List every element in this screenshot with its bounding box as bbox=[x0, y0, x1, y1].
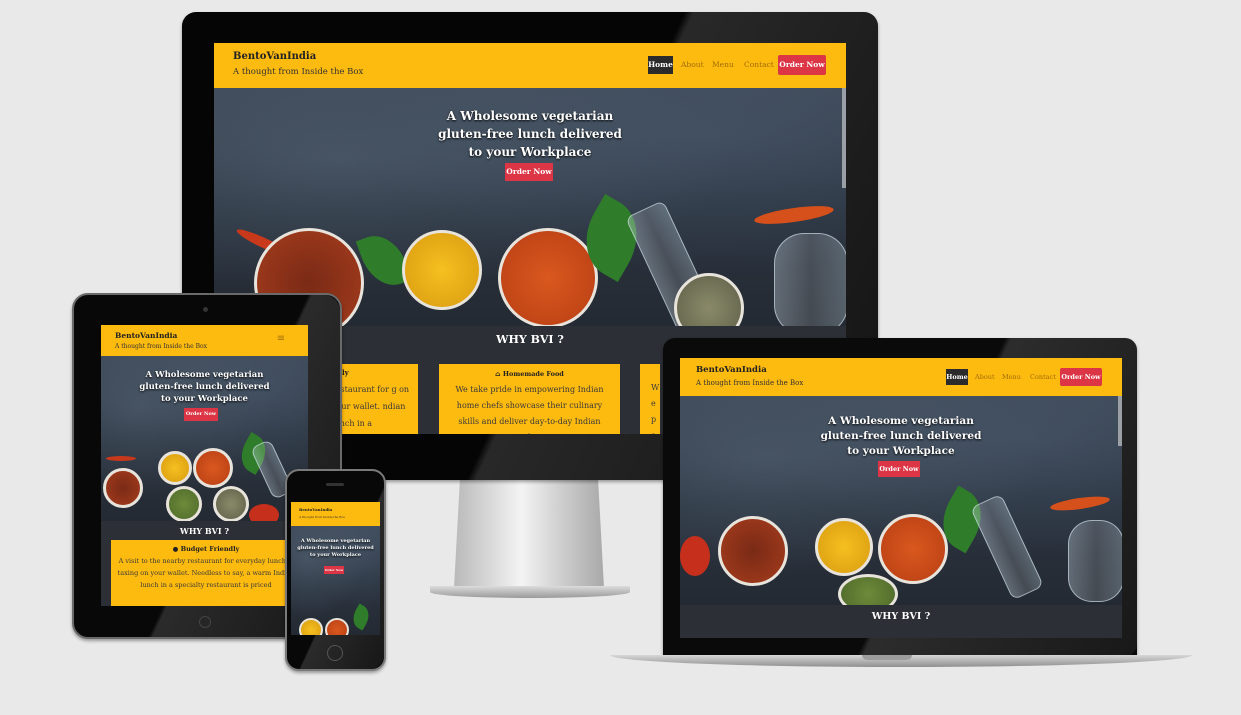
feature-card-homemade: ⌂ Homemade Food We take pride in empower… bbox=[439, 364, 620, 434]
hero-order-now-button[interactable]: Order Now bbox=[184, 408, 218, 421]
monitor-stand-neck bbox=[454, 478, 604, 588]
chili-decoration bbox=[753, 202, 835, 228]
navbar: BentoVanIndia A thought from Inside the … bbox=[214, 43, 846, 88]
hero-banner: A Wholesome vegetarian gluten-free lunch… bbox=[680, 396, 1122, 605]
navbar: BentoVanIndia A thought from Inside the … bbox=[680, 358, 1122, 396]
hero-banner: A Wholesome vegetarian gluten-free lunch… bbox=[214, 88, 846, 326]
spice-bowl-turmeric bbox=[815, 518, 873, 576]
phone-speaker bbox=[326, 483, 344, 486]
spice-bowl-seeds bbox=[213, 486, 249, 521]
chili-decoration bbox=[1049, 493, 1111, 514]
hero-heading-line-1: A Wholesome vegetarian bbox=[446, 109, 614, 123]
phone-home-button[interactable] bbox=[327, 645, 343, 661]
hero-heading-line-1: A Wholesome vegetarian bbox=[828, 415, 974, 427]
chili-decoration bbox=[106, 456, 136, 461]
spice-bowl-chilies bbox=[718, 516, 788, 586]
nav-about-link[interactable]: About bbox=[681, 60, 704, 69]
tablet-screen: BentoVanIndia A thought from Inside the … bbox=[101, 325, 308, 606]
hero-order-now-button[interactable]: Order Now bbox=[324, 566, 344, 574]
hero-heading-line-2: gluten-free lunch delivered bbox=[139, 382, 270, 392]
spice-bowl-paprika bbox=[878, 514, 948, 584]
hero-heading-line-1: A Wholesome vegetarian bbox=[145, 370, 264, 380]
why-bvi-heading: WHY BVI ? bbox=[179, 526, 230, 536]
spice-bowl-herbs bbox=[166, 486, 202, 521]
hero-heading-line-2: gluten-free lunch delivered bbox=[297, 545, 374, 551]
laptop-scrollbar[interactable] bbox=[1118, 396, 1122, 446]
nav-order-now-button[interactable]: Order Now bbox=[778, 55, 826, 75]
leaf-decoration bbox=[348, 603, 374, 631]
spice-bowl-paprika bbox=[325, 618, 349, 635]
navbar: BentoVanIndia A thought from Inside the … bbox=[291, 502, 380, 526]
brand-logo[interactable]: BentoVanIndia bbox=[696, 365, 767, 375]
hero-banner: A Wholesome vegetarian gluten-free lunch… bbox=[291, 526, 380, 635]
spice-bowl-turmeric bbox=[402, 230, 482, 310]
feature-card-text: A visit to the nearby restaurant for eve… bbox=[117, 557, 295, 589]
feature-card-third: We p col bbox=[640, 364, 660, 434]
nav-order-now-button[interactable]: Order Now bbox=[1060, 368, 1102, 386]
feature-card-title: ● Budget Friendly bbox=[172, 545, 240, 553]
glass-jar bbox=[1068, 520, 1122, 602]
tablet-home-button[interactable] bbox=[199, 616, 211, 628]
feature-card-title: ⌂ Homemade Food bbox=[495, 370, 564, 378]
feature-card-text: We p col bbox=[651, 383, 660, 434]
glass-jar bbox=[774, 233, 846, 326]
brand-logo[interactable]: BentoVanIndia bbox=[233, 51, 316, 62]
nav-about-link[interactable]: About bbox=[975, 373, 995, 381]
nav-menu-link[interactable]: Menu bbox=[712, 60, 734, 69]
tagline: A thought from Inside the Box bbox=[299, 515, 345, 519]
tomato-decoration bbox=[249, 504, 279, 521]
spice-bowl-turmeric bbox=[158, 451, 192, 485]
tagline: A thought from Inside the Box bbox=[233, 67, 364, 77]
brand-logo[interactable]: BentoVanIndia bbox=[299, 507, 332, 512]
feature-card-text: We take pride in empowering Indian home … bbox=[455, 385, 604, 434]
tagline: A thought from Inside the Box bbox=[696, 379, 804, 387]
spice-bowl-paprika bbox=[193, 448, 233, 488]
hero-heading-line-2: gluten-free lunch delivered bbox=[438, 127, 622, 141]
feature-card-title: ndly bbox=[332, 364, 418, 381]
why-bvi-heading: WHY BVI ? bbox=[871, 611, 931, 622]
brand-logo[interactable]: BentoVanIndia bbox=[115, 331, 177, 340]
laptop-screen: BentoVanIndia A thought from Inside the … bbox=[680, 358, 1122, 638]
spice-bowl-chilies bbox=[103, 468, 143, 508]
hero-heading-line-3: to your Workplace bbox=[468, 145, 592, 159]
hamburger-menu-icon[interactable]: ≡ bbox=[273, 333, 289, 344]
hero-heading-line-1: A Wholesome vegetarian bbox=[300, 538, 371, 544]
tablet-camera bbox=[203, 307, 208, 312]
feature-card-budget: ● Budget Friendly A visit to the nearby … bbox=[111, 540, 301, 606]
nav-home-link[interactable]: Home bbox=[946, 369, 968, 385]
hero-heading-line-3: to your Workplace bbox=[847, 445, 955, 457]
hero-heading-line-3: to your Workplace bbox=[309, 552, 362, 558]
why-bvi-section: WHY BVI ? bbox=[680, 605, 1122, 638]
home-icon: ⌂ bbox=[495, 370, 501, 378]
monitor-stand-base bbox=[430, 586, 630, 598]
hero-order-now-button[interactable]: Order Now bbox=[505, 163, 553, 181]
hero-heading-line-2: gluten-free lunch delivered bbox=[820, 430, 982, 442]
spice-bowl-herbs bbox=[838, 574, 898, 605]
hero-banner: A Wholesome vegetarian gluten-free lunch… bbox=[101, 356, 308, 521]
nav-menu-link[interactable]: Menu bbox=[1002, 373, 1021, 381]
piggy-bank-icon: ● bbox=[172, 545, 179, 553]
spice-bowl-paprika bbox=[498, 228, 598, 326]
spice-bowl-turmeric bbox=[299, 618, 323, 635]
nav-contact-link[interactable]: Contact bbox=[744, 60, 774, 69]
tagline: A thought from Inside the Box bbox=[115, 343, 207, 350]
monitor-scrollbar[interactable] bbox=[842, 88, 846, 188]
feature-card-text: restaurant for g on your wallet. ndian l… bbox=[332, 385, 410, 428]
glass-bottle bbox=[970, 493, 1044, 601]
phone-screen: BentoVanIndia A thought from Inside the … bbox=[291, 502, 380, 635]
navbar: BentoVanIndia A thought from Inside the … bbox=[101, 325, 308, 356]
tomato-decoration bbox=[680, 536, 710, 576]
hero-order-now-button[interactable]: Order Now bbox=[878, 461, 920, 477]
nav-contact-link[interactable]: Contact bbox=[1030, 373, 1056, 381]
laptop-notch bbox=[862, 655, 912, 660]
nav-home-link[interactable]: Home bbox=[648, 56, 673, 74]
hero-heading-line-3: to your Workplace bbox=[161, 394, 248, 404]
